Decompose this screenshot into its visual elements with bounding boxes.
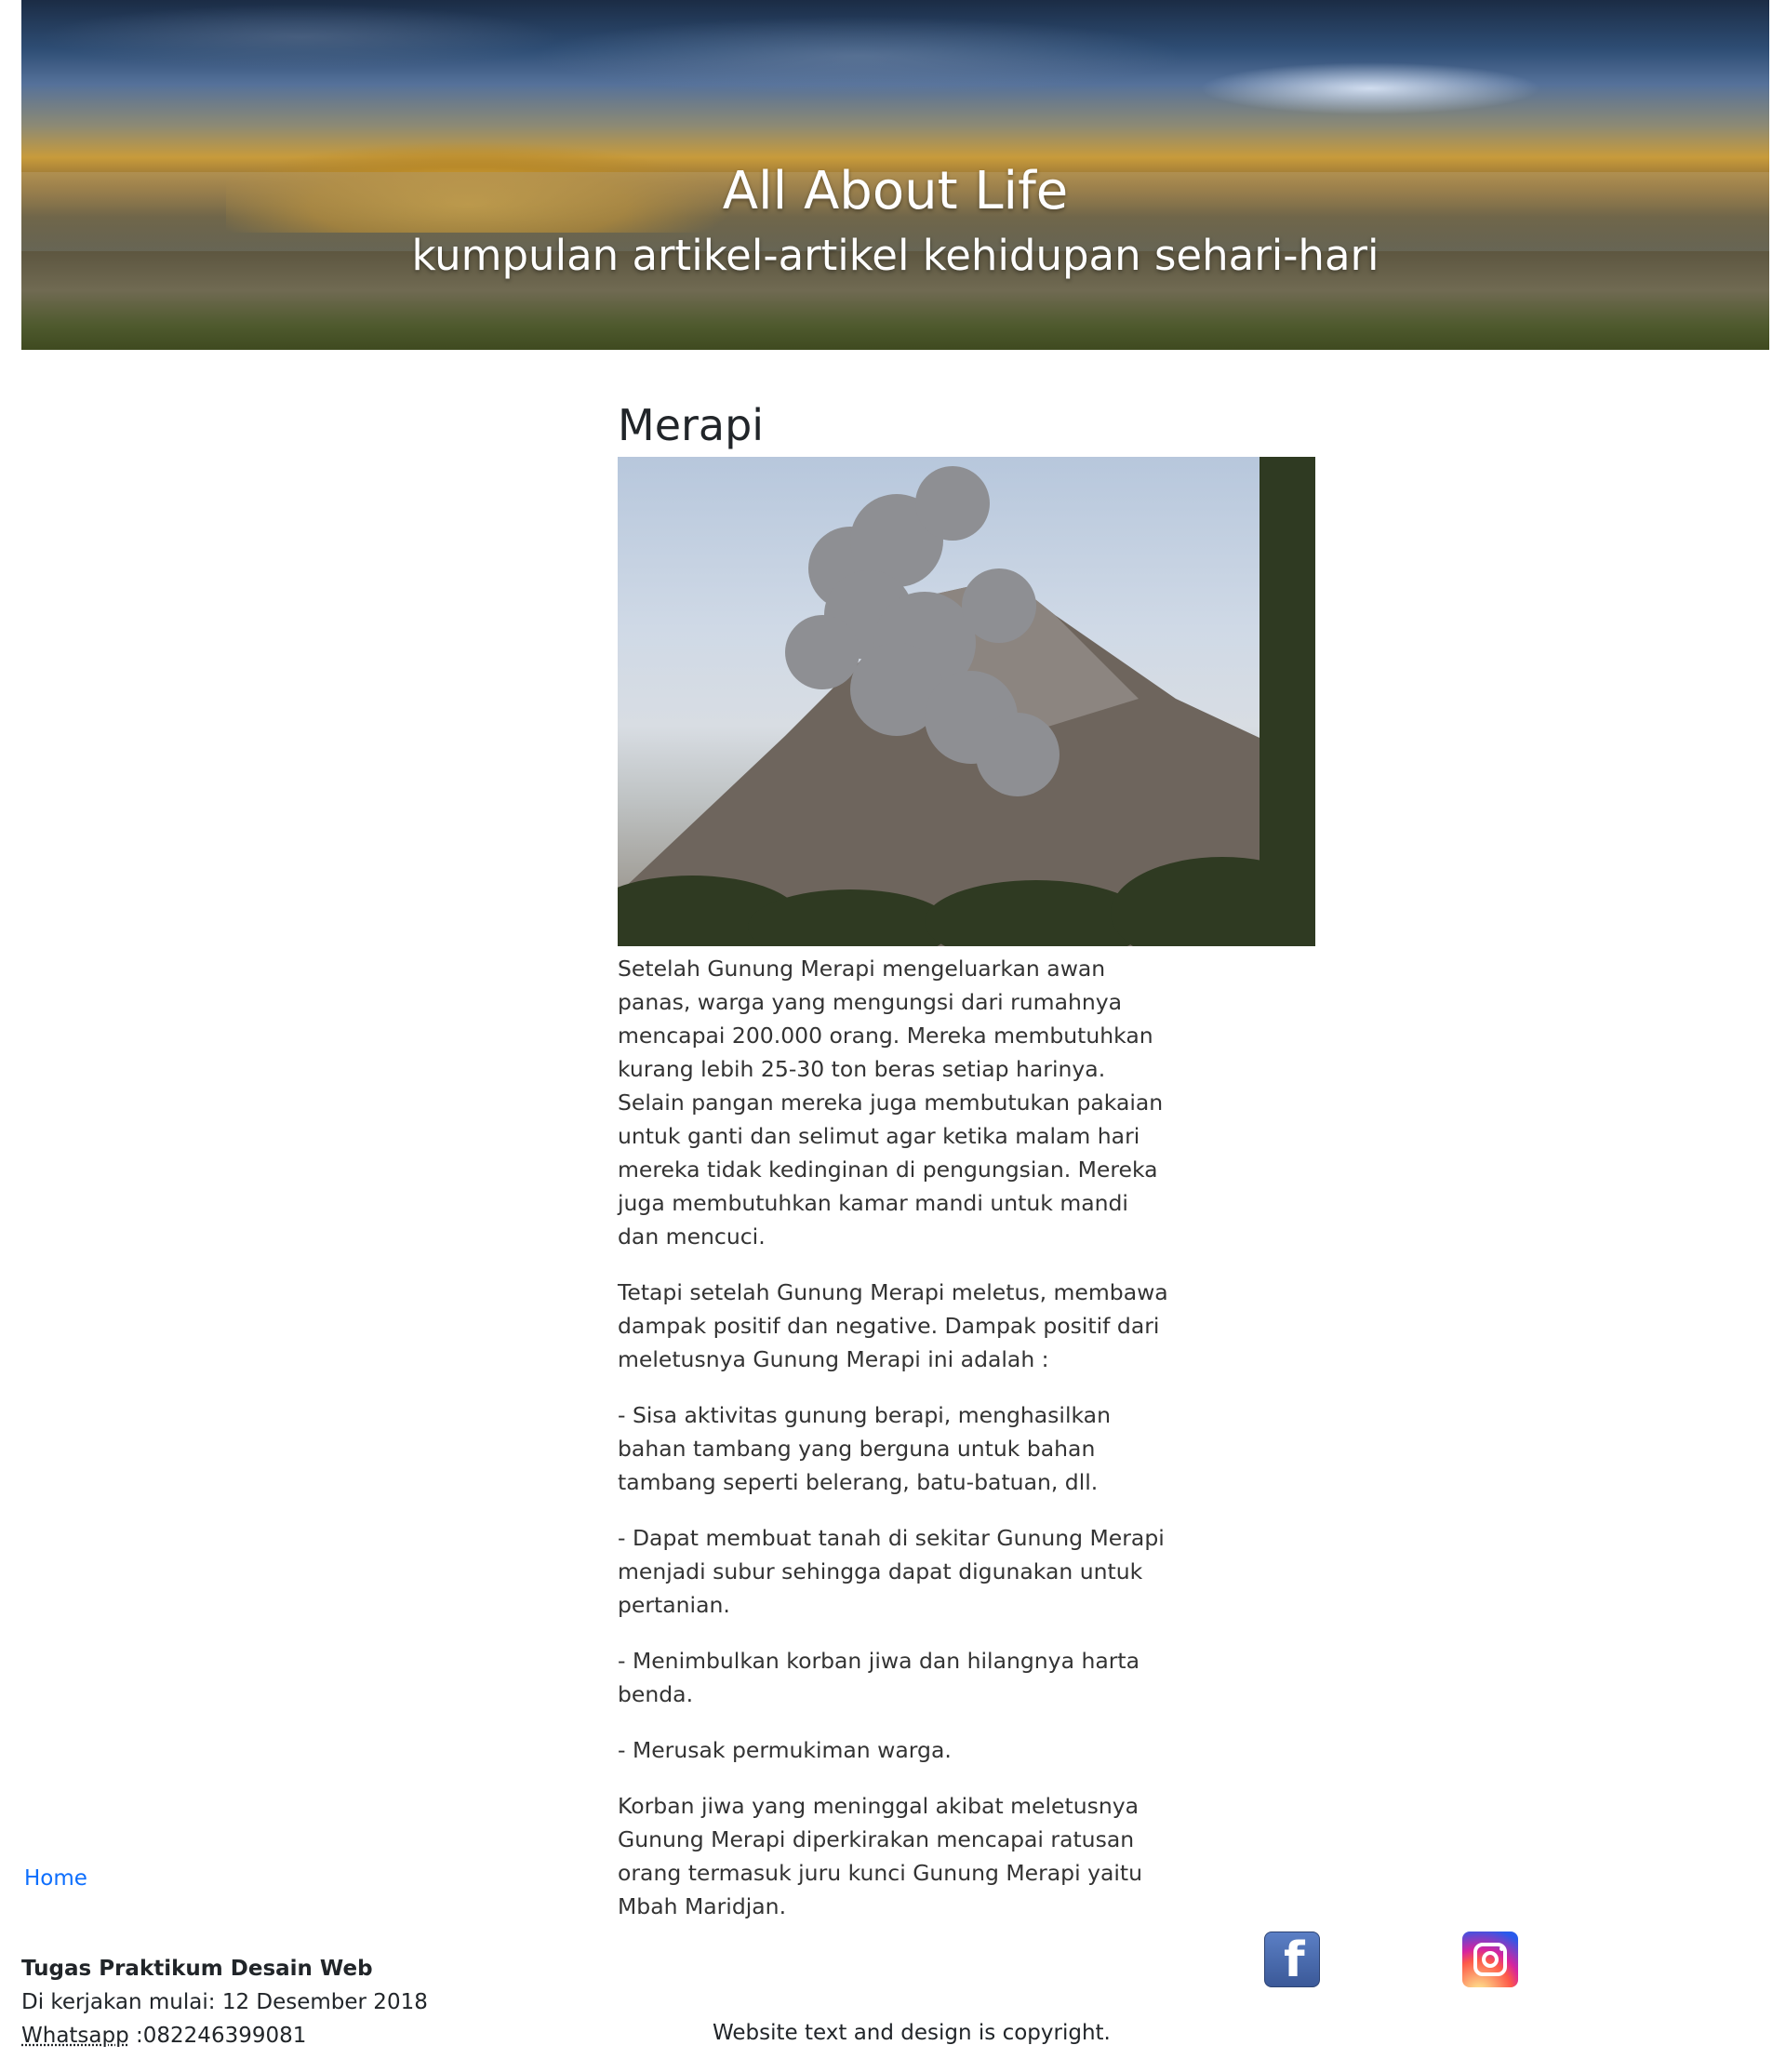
article-paragraph: Korban jiwa yang meninggal akibat meletu… (618, 1793, 1143, 1920)
start-date: Di kerjakan mulai: 12 Desember 2018 (21, 1990, 428, 2014)
article-paragraph: - Merusak permukiman warga. (618, 1737, 952, 1764)
whatsapp-number: :082246399081 (128, 2024, 307, 2048)
footer-info: Tugas Praktikum Desain Web Di kerjakan m… (21, 1952, 428, 2052)
instagram-lens (1482, 1951, 1499, 1968)
site-subtitle: kumpulan artikel-artikel kehidupan sehar… (411, 231, 1379, 280)
article-paragraph: Tetapi setelah Gunung Merapi meletus, me… (618, 1279, 1168, 1373)
home-link[interactable]: Home (24, 1866, 87, 1891)
article-title: Merapi (618, 400, 765, 450)
instagram-dot (1499, 1946, 1504, 1951)
volcano-illustration (618, 457, 1315, 947)
article-body: Setelah Gunung Merapi mengeluarkan awan … (618, 952, 1176, 1923)
article-paragraph: - Dapat membuat tanah di sekitar Gunung … (618, 1525, 1165, 1619)
copyright-text: Website text and design is copyright. (713, 2021, 1111, 2045)
whatsapp-label: Whatsapp (21, 2024, 129, 2048)
header-banner: All About Life kumpulan artikel-artikel … (21, 0, 1769, 350)
facebook-icon[interactable]: f (1264, 1932, 1320, 1987)
course-title: Tugas Praktikum Desain Web (21, 1957, 373, 1981)
article-paragraph: - Menimbulkan korban jiwa dan hilangnya … (618, 1648, 1140, 1708)
instagram-icon[interactable] (1462, 1932, 1518, 1987)
contact-line: Whatsapp :082246399081 (21, 2019, 428, 2052)
article-paragraph: - Sisa aktivitas gunung berapi, menghasi… (618, 1402, 1111, 1496)
article-paragraph: Setelah Gunung Merapi mengeluarkan awan … (618, 956, 1164, 1250)
article-image (618, 457, 1315, 947)
facebook-f-glyph: f (1284, 1932, 1305, 1988)
site-title: All About Life (722, 161, 1069, 221)
article: Merapi Setelah Gunung Merapi mengeluarka… (618, 400, 1315, 1945)
